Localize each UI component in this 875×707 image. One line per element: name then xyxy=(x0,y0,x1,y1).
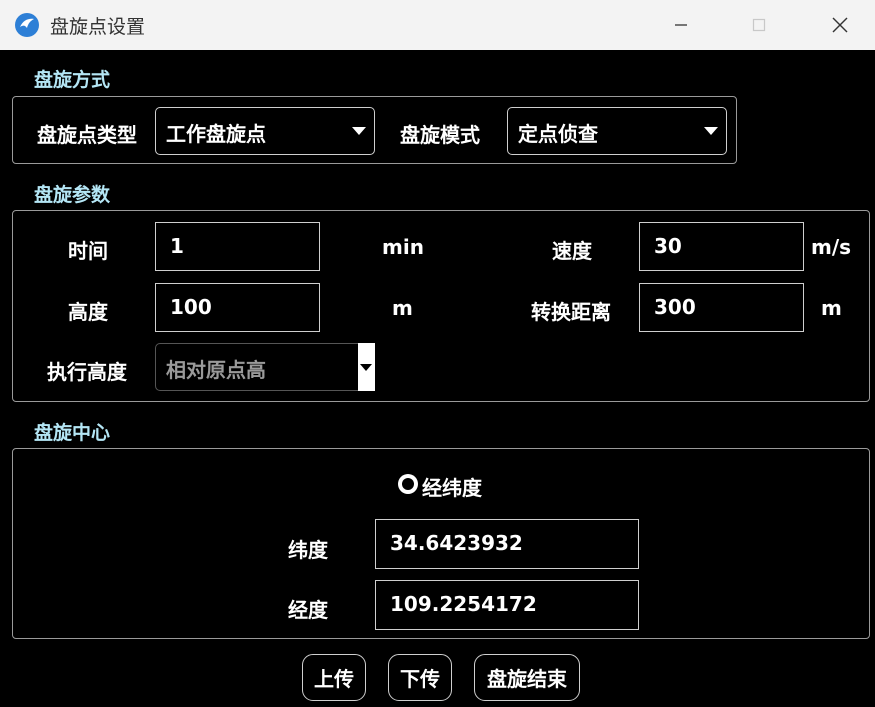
height-label: 高度 xyxy=(68,300,108,324)
dropdown-arrow-icon xyxy=(704,127,718,135)
params-section-title: 盘旋参数 xyxy=(34,184,111,206)
center-section-title: 盘旋中心 xyxy=(34,422,111,444)
hover-mode-label: 盘旋模式 xyxy=(400,123,480,147)
hover-type-label: 盘旋点类型 xyxy=(37,123,137,147)
maximize-button[interactable] xyxy=(736,0,782,50)
speed-label: 速度 xyxy=(552,239,592,263)
height-input[interactable]: 100 xyxy=(155,283,320,332)
maximize-icon xyxy=(752,18,766,32)
hover-mode-value: 定点侦查 xyxy=(518,122,598,146)
hover-type-value: 工作盘旋点 xyxy=(166,122,266,146)
window-title: 盘旋点设置 xyxy=(50,16,146,38)
minimize-icon xyxy=(675,24,687,26)
longitude-label: 经度 xyxy=(288,598,328,622)
time-value: 1 xyxy=(170,234,184,258)
speed-value: 30 xyxy=(654,234,682,258)
longitude-value: 109.2254172 xyxy=(390,592,537,616)
exec-height-select[interactable]: 相对原点高 xyxy=(155,343,375,391)
dropdown-button[interactable] xyxy=(358,343,375,391)
time-input[interactable]: 1 xyxy=(155,222,320,271)
switch-distance-value: 300 xyxy=(654,295,696,319)
time-unit: min xyxy=(382,235,424,259)
speed-unit: m/s xyxy=(811,235,852,259)
end-hover-button[interactable]: 盘旋结束 xyxy=(474,654,580,701)
download-button[interactable]: 下传 xyxy=(388,654,452,701)
title-bar: 盘旋点设置 xyxy=(0,0,875,50)
longitude-input[interactable]: 109.2254172 xyxy=(375,580,639,630)
switch-distance-label: 转换距离 xyxy=(531,300,611,324)
exec-height-value: 相对原点高 xyxy=(166,358,266,382)
hover-mode-select[interactable]: 定点侦查 xyxy=(507,107,727,155)
height-unit: m xyxy=(392,296,413,320)
latitude-input[interactable]: 34.6423932 xyxy=(375,519,639,569)
minimize-button[interactable] xyxy=(658,0,704,50)
close-button[interactable] xyxy=(817,0,863,50)
hover-mode-section-title: 盘旋方式 xyxy=(34,69,111,91)
latitude-value: 34.6423932 xyxy=(390,531,523,555)
latlon-radio[interactable] xyxy=(398,474,418,494)
time-label: 时间 xyxy=(68,239,108,263)
hover-type-select[interactable]: 工作盘旋点 xyxy=(155,107,375,155)
switch-distance-input[interactable]: 300 xyxy=(639,283,804,332)
dropdown-arrow-icon xyxy=(360,364,372,371)
exec-height-label: 执行高度 xyxy=(47,360,127,384)
switch-distance-unit: m xyxy=(821,296,842,320)
speed-input[interactable]: 30 xyxy=(639,222,804,271)
app-logo-icon xyxy=(15,13,39,37)
height-value: 100 xyxy=(170,295,212,319)
close-icon xyxy=(832,17,848,33)
radio-indicator-icon xyxy=(402,478,414,490)
latlon-radio-label: 经纬度 xyxy=(422,476,482,500)
upload-button[interactable]: 上传 xyxy=(302,654,366,701)
dropdown-arrow-icon xyxy=(352,127,366,135)
latitude-label: 纬度 xyxy=(288,538,328,562)
